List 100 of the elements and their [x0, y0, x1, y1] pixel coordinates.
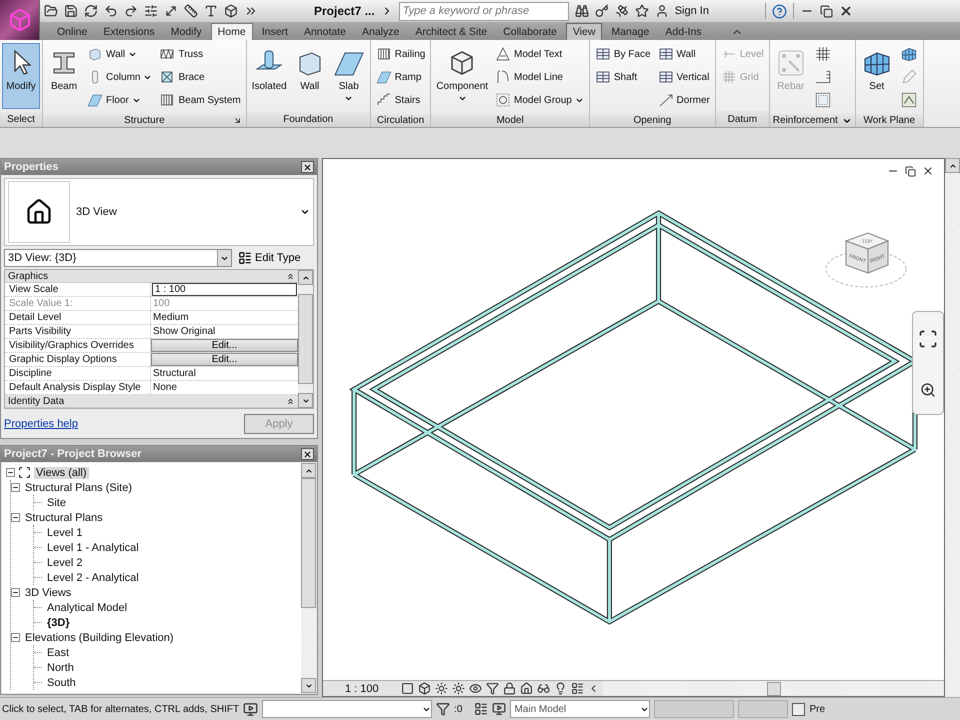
ribbon-tool-button[interactable]: By Face [592, 43, 654, 65]
edit-type-button[interactable]: Edit Type [238, 251, 301, 265]
ribbon-tool-button[interactable]: Slab [330, 43, 368, 109]
browser-item[interactable]: South [45, 676, 78, 688]
ribbon-tab[interactable]: Manage [604, 23, 656, 40]
ribbon-tab[interactable]: Insert [254, 23, 295, 40]
app-menu-button[interactable] [0, 0, 40, 40]
ribbon-tool-button[interactable]: Model Text [492, 43, 587, 65]
browser-item[interactable]: Level 1 - Analytical [45, 542, 141, 554]
sign-in-link[interactable]: Sign In [674, 5, 709, 17]
binoculars-icon[interactable] [574, 4, 589, 18]
ribbon-tool-button[interactable]: Isolated [248, 43, 290, 109]
ribbon-tab[interactable]: Collaborate [496, 23, 564, 40]
sliders-icon[interactable] [144, 4, 158, 18]
monitor-icon[interactable] [492, 702, 506, 716]
browser-item[interactable]: Elevations (Building Elevation) [23, 632, 176, 644]
collapse-toggle[interactable] [6, 468, 15, 477]
property-edit-button[interactable]: Edit... [151, 353, 298, 366]
ribbon-tool-button[interactable]: Set [858, 43, 896, 109]
ribbon-tab[interactable]: Analyze [355, 23, 406, 40]
ribbon-tab[interactable]: Modify [164, 23, 209, 40]
list-icon[interactable] [571, 682, 584, 695]
ribbon-tool-button[interactable]: Railing [372, 43, 428, 65]
properties-help-link[interactable]: Properties help [4, 418, 78, 430]
ribbon-tool-button[interactable]: Brace [156, 66, 244, 88]
redo-icon[interactable] [124, 4, 138, 18]
collapse-icon[interactable] [286, 396, 295, 406]
search-field[interactable]: Type a keyword or phrase [398, 2, 569, 20]
ribbon-tool-button[interactable]: Truss [156, 43, 244, 65]
user-icon[interactable] [654, 4, 669, 18]
view-frame-icon[interactable] [401, 682, 414, 695]
undo-icon[interactable] [104, 4, 118, 18]
text-tool-icon[interactable] [204, 4, 218, 18]
browser-item[interactable]: {3D} [45, 616, 72, 628]
ribbon-tool-button[interactable]: Column [84, 66, 156, 88]
star-icon[interactable] [634, 4, 649, 18]
list-icon[interactable] [474, 702, 488, 716]
filter-icon[interactable] [486, 682, 499, 695]
property-edit-button[interactable]: Edit... [151, 339, 298, 352]
browser-item[interactable]: Views (all) [34, 466, 89, 478]
ribbon-tool-button[interactable]: Beam System [156, 89, 244, 111]
collapse-toggle[interactable] [11, 633, 20, 642]
ribbon-tab[interactable]: View [566, 23, 602, 40]
browser-item[interactable]: Site [45, 496, 68, 508]
restore-icon[interactable] [905, 165, 916, 177]
ribbon-tab[interactable]: Home [210, 23, 253, 40]
sun-icon[interactable] [435, 682, 448, 695]
scrollbar[interactable] [298, 270, 313, 408]
box-icon[interactable] [224, 4, 238, 18]
ribbon-tool-button[interactable]: Shaft [592, 66, 654, 88]
ribbon-tool-button[interactable]: Floor [84, 89, 156, 111]
house-icon[interactable] [520, 682, 533, 695]
ribbon-tool-button[interactable]: Ramp [372, 66, 428, 88]
browser-item[interactable]: Level 1 [45, 526, 84, 538]
browser-item[interactable]: Analytical Model [45, 602, 130, 614]
scrollbar[interactable] [945, 158, 960, 697]
browser-item[interactable]: Structural Plans (Site) [23, 482, 134, 494]
browser-item[interactable]: Level 2 - Analytical [45, 572, 141, 584]
view-scale[interactable]: 1 : 100 [345, 682, 397, 694]
sun-shadow-icon[interactable] [452, 682, 465, 695]
property-group-header[interactable]: Graphics [5, 270, 298, 283]
dimension-icon[interactable] [164, 4, 178, 18]
help-icon[interactable] [772, 4, 787, 18]
collapse-toggle[interactable] [11, 588, 20, 597]
browser-item[interactable]: North [45, 662, 76, 674]
close-icon[interactable] [838, 4, 853, 18]
browser-item[interactable]: Structural Plans [23, 512, 105, 524]
ribbon-tool-button[interactable]: Wall [290, 43, 329, 109]
property-group-header[interactable]: Identity Data [5, 395, 298, 408]
design-option-dropdown[interactable]: Main Model [510, 700, 650, 718]
zoom-icon[interactable] [920, 382, 936, 398]
browser-item[interactable]: Level 2 [45, 556, 84, 568]
ribbon-tool-button[interactable]: Beam [45, 43, 83, 109]
collapse-toggle[interactable] [11, 513, 20, 522]
ribbon-tab[interactable]: Architect & Site [408, 23, 494, 40]
box-icon[interactable] [418, 682, 431, 695]
satellite-icon[interactable] [614, 4, 629, 18]
lock-icon[interactable] [503, 682, 516, 695]
ribbon-tab[interactable]: Add-Ins [658, 23, 709, 40]
restore-icon[interactable] [820, 4, 833, 18]
launcher-icon[interactable] [232, 116, 242, 125]
instance-dropdown[interactable]: 3D View: {3D} [4, 249, 232, 267]
property-input-field[interactable]: 1 : 100 [152, 283, 297, 296]
filter-icon[interactable] [436, 702, 450, 716]
ribbon-tool-button[interactable]: Component [433, 43, 492, 109]
glasses-icon[interactable] [537, 682, 550, 695]
ribbon-tool-button[interactable]: Wall [654, 43, 713, 65]
ribbon-tool-button[interactable]: Stairs [372, 89, 428, 111]
horizontal-scrollbar[interactable] [603, 681, 944, 696]
scrollbar[interactable] [301, 463, 316, 693]
ribbon-tab[interactable]: Extensions [96, 23, 162, 40]
sync-icon[interactable] [84, 4, 98, 18]
ribbon-tool-button[interactable]: Model Line [492, 66, 587, 88]
browser-item[interactable]: East [45, 646, 72, 658]
collapse-toggle[interactable] [11, 483, 20, 492]
collapse-icon[interactable] [286, 272, 295, 280]
ribbon-tool-button[interactable]: Model Group [492, 89, 587, 111]
ribbon-tool-button[interactable]: Vertical [654, 66, 713, 88]
ribbon-tool-button[interactable]: Dormer [654, 89, 713, 111]
ribbon-tab[interactable]: Annotate [296, 23, 353, 40]
